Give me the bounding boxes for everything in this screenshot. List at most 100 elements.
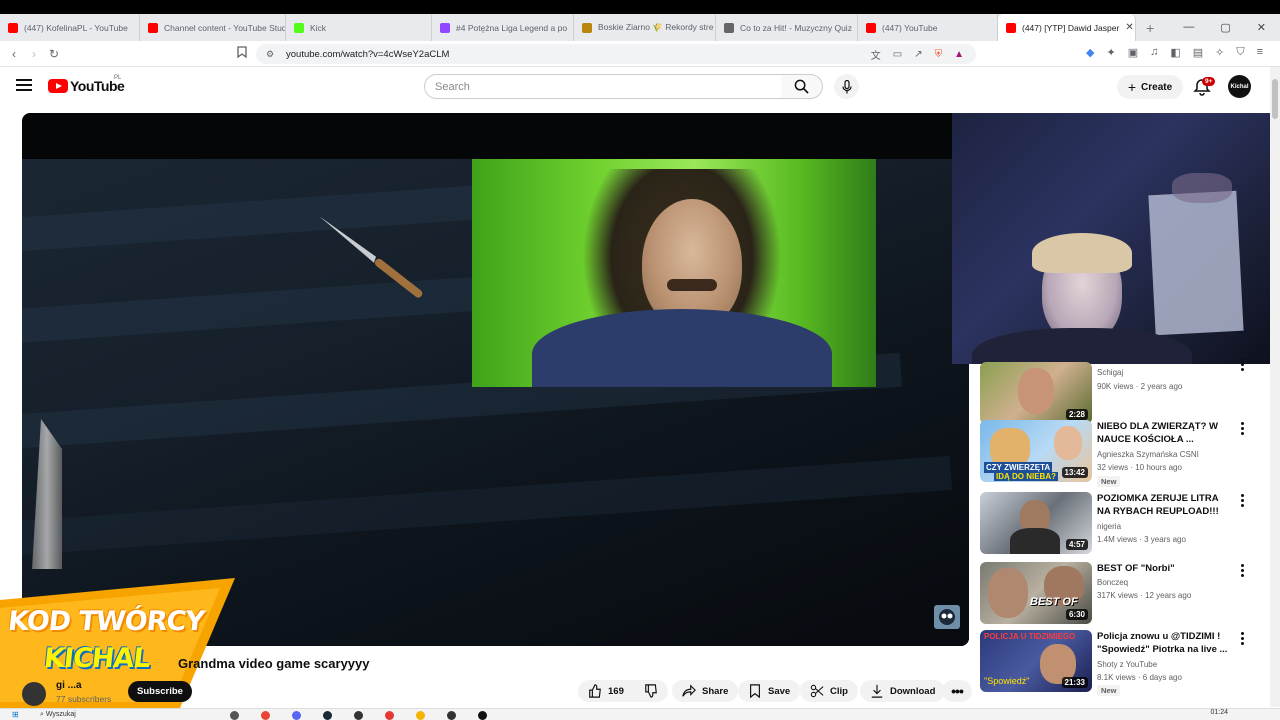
recommendation-item[interactable]: BEST OF 6:30 BEST OF "Norbi" Bonczeq 317…: [980, 562, 1260, 624]
share-button[interactable]: Share: [672, 680, 739, 702]
more-vert-icon[interactable]: [1238, 358, 1246, 371]
duration-badge: 2:28: [1065, 409, 1088, 420]
share-page-icon[interactable]: ↗: [914, 49, 922, 60]
taskbar-search[interactable]: ⌕ Wyszukaj: [40, 711, 76, 719]
download-label: Download: [890, 685, 936, 697]
cast-icon[interactable]: ▭: [893, 49, 902, 60]
bookmark-icon[interactable]: [232, 46, 252, 61]
menu-icon[interactable]: [16, 79, 32, 94]
tab-label: (447) YouTube: [882, 22, 938, 33]
video-thumbnail[interactable]: 2:28: [980, 362, 1092, 424]
sidebar-icon[interactable]: ◧: [1170, 46, 1180, 59]
reload-icon[interactable]: ↻: [44, 47, 64, 61]
channel-watermark-icon[interactable]: [934, 605, 960, 629]
minimize-icon[interactable]: —: [1183, 21, 1194, 34]
youtube-logo[interactable]: YouTube PL: [48, 75, 125, 94]
brave-shield-icon[interactable]: ⛨: [935, 49, 943, 60]
tab-studio[interactable]: Channel content - YouTube Studio: [140, 14, 286, 41]
app-icon[interactable]: [354, 711, 363, 720]
recommendation-item[interactable]: 2:28 Schigaj 90K views · 2 years ago: [980, 358, 1260, 424]
video-thumbnail[interactable]: BEST OF 6:30: [980, 562, 1092, 624]
save-button[interactable]: Save: [738, 680, 801, 702]
app-icon[interactable]: [447, 711, 456, 720]
tab-active[interactable]: (447) [YTP] Dawid Jasper ✕: [998, 14, 1136, 41]
channel-name[interactable]: nigeria: [1097, 522, 1121, 531]
search-input[interactable]: Search: [424, 74, 782, 99]
brave-rewards-icon[interactable]: ▲: [954, 49, 964, 60]
video-title[interactable]: BEST OF "Norbi": [1097, 562, 1229, 575]
thumbs-down-icon[interactable]: [644, 684, 658, 698]
translate-icon[interactable]: 文: [871, 47, 881, 62]
account-avatar[interactable]: Kichal: [1228, 75, 1251, 98]
video-thumbnail[interactable]: POLICJA U TIDZIMIEGO "Spowiedź" 21:33: [980, 630, 1092, 692]
maximize-icon[interactable]: ▢: [1220, 21, 1230, 34]
recommendation-item[interactable]: POLICJA U TIDZIMIEGO "Spowiedź" 21:33 Po…: [980, 630, 1260, 696]
clock[interactable]: 01:24: [1210, 709, 1228, 716]
new-tab-icon[interactable]: +: [1136, 20, 1164, 36]
page-scrollbar[interactable]: [1270, 67, 1280, 707]
tab-kick[interactable]: Kick: [286, 14, 432, 41]
tab-kofelina[interactable]: (447) KofelinaPL - YouTube: [0, 14, 140, 41]
channel-name[interactable]: Shoty z YouTube: [1097, 660, 1157, 669]
task-view-icon[interactable]: [230, 711, 239, 720]
more-vert-icon[interactable]: [1238, 632, 1246, 645]
forward-icon[interactable]: ›: [24, 47, 44, 61]
file-explorer-icon[interactable]: [416, 711, 425, 720]
channel-name[interactable]: Agnieszka Szymańska CSNI: [1097, 450, 1199, 459]
more-vert-icon[interactable]: [1238, 564, 1246, 577]
recommendation-item[interactable]: 4:57 POZIOMKA ZERUJE LITRA NA RYBACH REU…: [980, 492, 1260, 554]
back-icon[interactable]: ‹: [4, 47, 24, 61]
url-field[interactable]: ⚙ youtube.com/watch?v=4cWseY2aCLM 文 ▭ ↗ …: [256, 44, 976, 64]
close-window-icon[interactable]: ✕: [1257, 21, 1266, 34]
extension-icon[interactable]: ◆: [1086, 46, 1094, 59]
avatar-text: Kichal: [1230, 83, 1249, 90]
close-tab-icon[interactable]: ✕: [1125, 22, 1133, 33]
extension-icons: ◆ ✦ ▣ ♫ ◧ ▤ ✧ ⛉ ≡: [1086, 46, 1263, 59]
more-vert-icon[interactable]: [1238, 422, 1246, 435]
site-settings-icon[interactable]: ⚙: [266, 49, 280, 60]
create-button[interactable]: + Create: [1117, 75, 1183, 99]
kick-favicon-icon: [294, 22, 304, 33]
video-meta: 32 views · 10 hours ago: [1097, 463, 1182, 472]
menu-icon[interactable]: ≡: [1257, 46, 1263, 59]
tab-liga[interactable]: #4 Potężna Liga Legend a po: [432, 14, 574, 41]
search-button[interactable]: [781, 74, 823, 99]
download-button[interactable]: Download: [860, 680, 946, 702]
subscribe-button[interactable]: Subscribe: [128, 681, 192, 702]
app-icon[interactable]: [385, 711, 394, 720]
voice-search-button[interactable]: [834, 74, 859, 99]
tab-youtube[interactable]: (447) YouTube: [858, 14, 998, 41]
tab-ziarno[interactable]: Boskie Ziarno 🌾 Rekordy stre: [574, 14, 716, 41]
clip-button[interactable]: Clip: [800, 680, 858, 702]
tab-quiz[interactable]: Co to za Hit! - Muzyczny Quiz: [716, 14, 858, 41]
video-title[interactable]: Policja znowu u @TIDZIMI ! "Spowiedź" Pi…: [1097, 630, 1229, 656]
channel-name[interactable]: gi ...a: [56, 680, 82, 691]
discord-icon[interactable]: [292, 711, 301, 720]
steam-icon[interactable]: [323, 711, 332, 720]
video-thumbnail[interactable]: 4:57: [980, 492, 1092, 554]
more-actions-button[interactable]: •••: [942, 680, 972, 702]
channel-avatar[interactable]: [22, 682, 46, 706]
share-icon: [682, 684, 696, 697]
shirt-shape: [532, 309, 832, 387]
youtube-header: YouTube PL Search + Create 9+ Kichal: [0, 67, 1280, 107]
video-title[interactable]: NIEBO DLA ZWIERZĄT? W NAUCE KOŚCIOŁA ...: [1097, 420, 1229, 446]
video-player[interactable]: [22, 113, 969, 646]
thumbs-up-icon[interactable]: [588, 684, 602, 698]
extension-icon[interactable]: ✧: [1215, 46, 1224, 59]
extension-icon[interactable]: ▣: [1128, 46, 1138, 59]
video-title[interactable]: POZIOMKA ZERUJE LITRA NA RYBACH REUPLOAD…: [1097, 492, 1229, 518]
app-icon[interactable]: [478, 711, 487, 720]
more-vert-icon[interactable]: [1238, 494, 1246, 507]
channel-name[interactable]: Bonczeq: [1097, 578, 1128, 587]
scrollbar-thumb[interactable]: [1272, 79, 1278, 119]
music-icon[interactable]: ♫: [1150, 46, 1158, 59]
vpn-icon[interactable]: ⛉: [1236, 46, 1244, 59]
extension-icon[interactable]: ✦: [1106, 46, 1115, 59]
recommendation-item[interactable]: CZY ZWIERZĘTA IDĄ DO NIEBA? 13:42 NIEBO …: [980, 420, 1260, 487]
wallet-icon[interactable]: ▤: [1193, 46, 1203, 59]
video-thumbnail[interactable]: CZY ZWIERZĘTA IDĄ DO NIEBA? 13:42: [980, 420, 1092, 482]
chrome-icon[interactable]: [261, 711, 270, 720]
windows-start-icon[interactable]: ⊞: [12, 710, 19, 719]
channel-name[interactable]: Schigaj: [1097, 368, 1123, 377]
